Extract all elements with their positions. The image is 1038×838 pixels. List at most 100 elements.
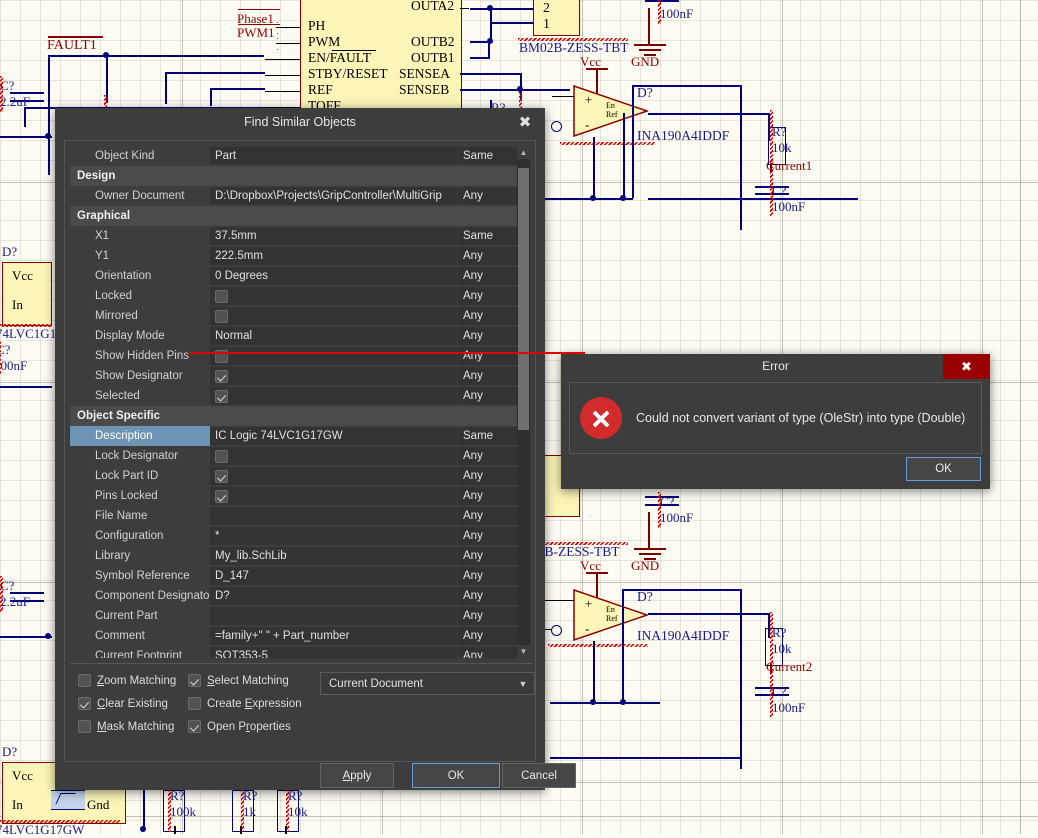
property-value[interactable] — [210, 507, 457, 525]
property-value[interactable]: =family+" " + Part_number — [210, 627, 457, 645]
property-row[interactable]: Symbol Reference D_147 Any — [70, 566, 530, 586]
part-designator-d-top: D? — [637, 85, 653, 100]
option-zoom-matching[interactable]: Zoom Matching — [78, 674, 176, 687]
opamp-plus-bottom: + — [585, 596, 593, 611]
property-row[interactable]: Current Footprint SOT353-5 Any — [70, 646, 530, 658]
property-row[interactable]: Display Mode Normal Any — [70, 326, 530, 346]
ic-pin-outb1: OUTB1 — [411, 50, 455, 65]
property-group-header[interactable]: Graphical» — [70, 206, 530, 226]
option-mask-matching[interactable]: Mask Matching — [78, 720, 174, 733]
property-row[interactable]: Object Kind Part Same — [70, 146, 530, 166]
error-title-bar[interactable]: Error ✖ — [561, 354, 990, 379]
option-open-properties[interactable]: Open Properties — [188, 720, 291, 733]
find-similar-objects-dialog[interactable]: Find Similar Objects ✖ Object Kind Part Sa… — [55, 108, 585, 790]
scroll-down-icon[interactable]: ▼ — [517, 645, 530, 658]
property-row[interactable]: Lock Part ID Any — [70, 466, 530, 486]
property-row[interactable]: Lock Designator Any — [70, 446, 530, 466]
wire-fault1-v — [48, 55, 50, 175]
property-row[interactable]: Show Designator Any — [70, 366, 530, 386]
property-value[interactable] — [210, 347, 457, 365]
property-value[interactable]: 0 Degrees — [210, 267, 457, 285]
ok-button[interactable]: OK — [412, 763, 500, 788]
option-create-expression[interactable]: Create Expression — [188, 697, 302, 710]
checkbox-clear-existing[interactable] — [78, 697, 91, 710]
property-checkbox[interactable] — [215, 449, 228, 463]
property-row[interactable]: Component Designator D? Any — [70, 586, 530, 606]
property-row[interactable]: Mirrored Any — [70, 306, 530, 326]
property-value[interactable]: IC Logic 74LVC1G17GW — [210, 427, 457, 445]
scrollbar-thumb[interactable] — [518, 168, 529, 430]
property-checkbox[interactable] — [215, 389, 228, 403]
property-value[interactable]: Part — [210, 147, 457, 165]
property-value[interactable] — [210, 387, 457, 405]
property-checkbox[interactable] — [215, 469, 228, 483]
property-value[interactable] — [210, 487, 457, 505]
opamp-en-top: En — [606, 101, 615, 110]
error-dialog[interactable]: Error ✖ Could not convert variant of typ… — [561, 354, 990, 489]
checkbox-open-properties[interactable] — [188, 720, 201, 733]
property-row[interactable]: Orientation 0 Degrees Any — [70, 266, 530, 286]
property-group-header[interactable]: Object Specific» — [70, 406, 530, 426]
error-icon — [580, 397, 622, 439]
property-value[interactable]: * — [210, 527, 457, 545]
property-checkbox[interactable] — [215, 309, 228, 323]
property-row[interactable]: Owner Document D:\Dropbox\Projects\GripCo… — [70, 186, 530, 206]
property-label: Lock Designator — [95, 450, 179, 462]
chevron-down-icon[interactable]: ▼ — [512, 679, 534, 689]
checkbox-create-expression[interactable] — [188, 697, 201, 710]
checkbox-zoom-matching[interactable] — [78, 674, 91, 687]
property-grid-scrollbar[interactable]: ▲ ▼ — [517, 146, 530, 658]
dialog-title-bar[interactable]: Find Similar Objects ✖ — [55, 108, 545, 138]
property-value[interactable]: SOT353-5 — [210, 647, 457, 658]
property-row[interactable]: Configuration * Any — [70, 526, 530, 546]
cancel-button[interactable]: Cancel — [502, 763, 576, 788]
property-row[interactable]: Pins Locked Any — [70, 486, 530, 506]
property-row[interactable]: Show Hidden Pins Any — [70, 346, 530, 366]
error-ok-button[interactable]: OK — [906, 457, 981, 481]
property-value[interactable]: 37.5mm — [210, 227, 457, 245]
property-value[interactable] — [210, 447, 457, 465]
property-label: Show Designator — [95, 370, 183, 382]
checkbox-select-matching[interactable] — [188, 674, 201, 687]
property-label: Locked — [95, 290, 133, 302]
scroll-up-icon[interactable]: ▲ — [517, 146, 530, 159]
property-row[interactable]: File Name Any — [70, 506, 530, 526]
scope-dropdown[interactable]: Current Document ▼ — [320, 672, 535, 695]
overline-fault — [332, 50, 376, 52]
property-checkbox[interactable] — [215, 289, 228, 303]
close-icon[interactable]: ✖ — [515, 114, 535, 132]
property-row[interactable]: Y1 222.5mm Any — [70, 246, 530, 266]
option-select-matching[interactable]: Select Matching — [188, 674, 289, 687]
property-value[interactable]: D:\Dropbox\Projects\GripController\Multi… — [210, 187, 457, 205]
option-clear-existing[interactable]: Clear Existing — [78, 697, 168, 710]
property-value[interactable]: D_147 — [210, 567, 457, 585]
part-value-c3: 2.2uF — [0, 594, 30, 609]
property-row[interactable]: Locked Any — [70, 286, 530, 306]
property-checkbox[interactable] — [215, 369, 228, 383]
apply-button[interactable]: Apply — [320, 763, 394, 788]
property-row[interactable]: Selected Any — [70, 386, 530, 406]
ic-pin-ph: PH — [308, 18, 326, 33]
property-value[interactable] — [210, 307, 457, 325]
property-value[interactable] — [210, 467, 457, 485]
property-value[interactable]: 222.5mm — [210, 247, 457, 265]
property-row[interactable]: Description IC Logic 74LVC1G17GW Same — [70, 426, 530, 446]
close-icon[interactable]: ✖ — [943, 354, 990, 379]
wire-outa2-b — [490, 22, 537, 24]
property-row[interactable]: Comment =family+" " + Part_number Any — [70, 626, 530, 646]
checkbox-mask-matching[interactable] — [78, 720, 91, 733]
property-row[interactable]: X1 37.5mm Same — [70, 226, 530, 246]
property-value[interactable]: My_lib.SchLib — [210, 547, 457, 565]
property-value[interactable] — [210, 367, 457, 385]
property-group-header[interactable]: Design» — [70, 166, 530, 186]
property-row[interactable]: Library My_lib.SchLib Any — [70, 546, 530, 566]
wire-outb1-v — [488, 41, 490, 57]
property-checkbox[interactable] — [215, 489, 228, 503]
error-marker — [560, 142, 655, 145]
property-row[interactable]: Current Part Any — [70, 606, 530, 626]
property-value[interactable]: Normal — [210, 327, 457, 345]
property-grid[interactable]: Object KindPartSameDesign»Owner Document… — [70, 146, 530, 658]
property-value[interactable]: D? — [210, 587, 457, 605]
property-value[interactable] — [210, 607, 457, 625]
property-value[interactable] — [210, 287, 457, 305]
